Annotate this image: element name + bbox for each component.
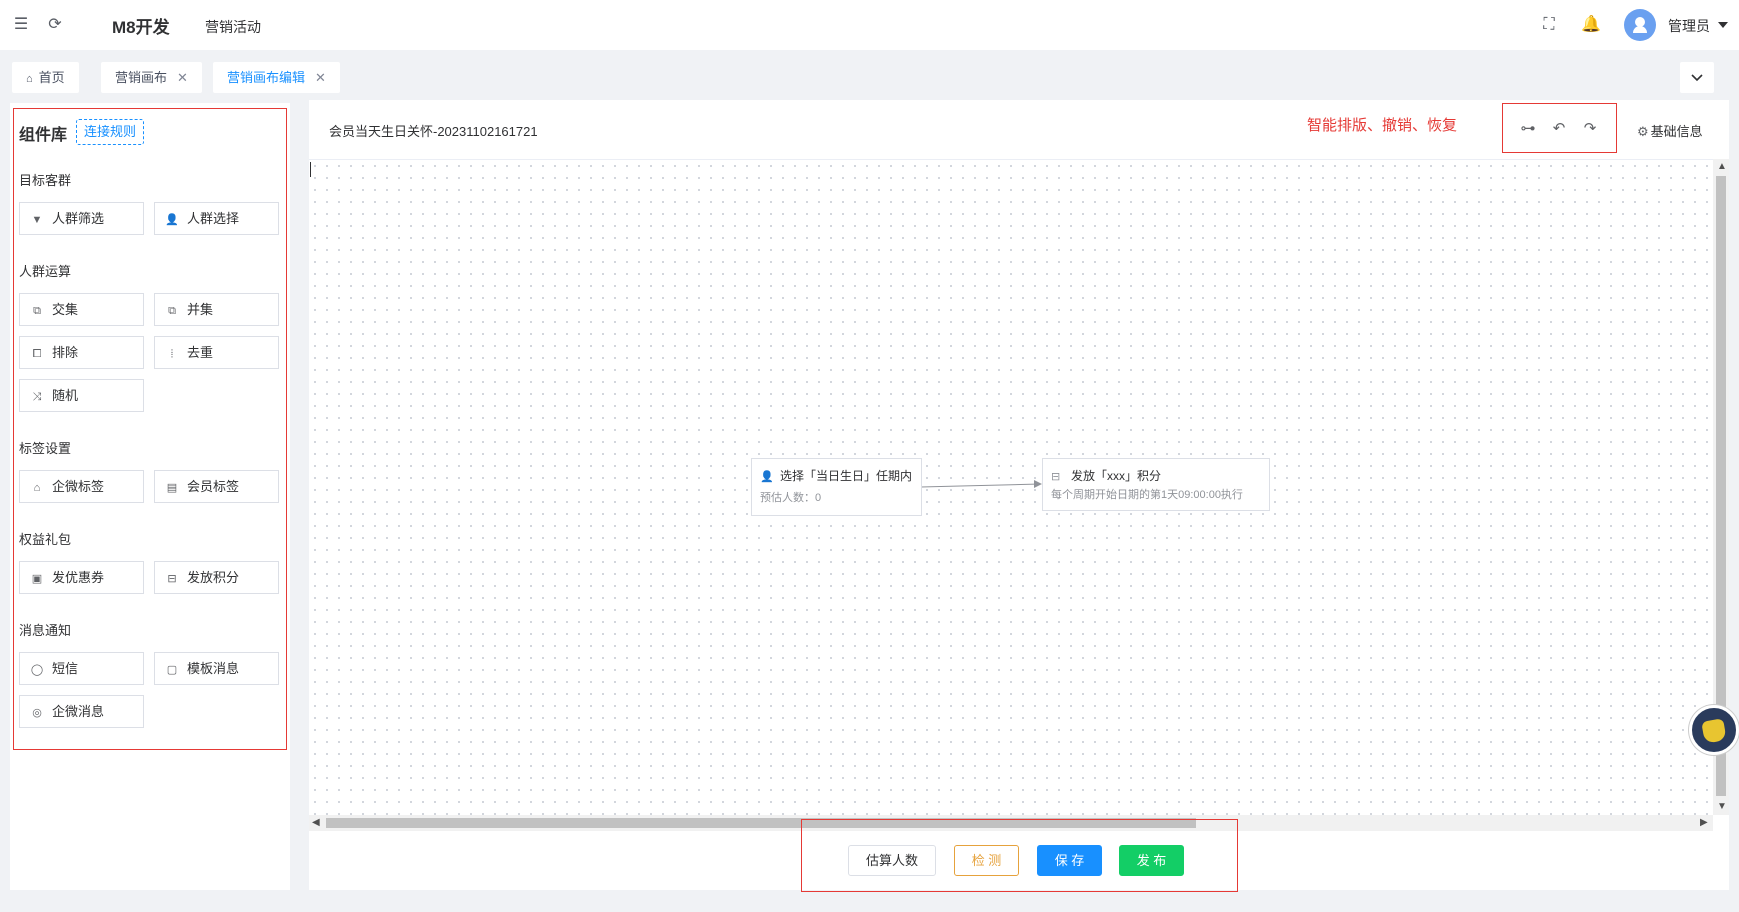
- node-title: 选择「当日生日」任期内: [780, 469, 913, 483]
- flow-node-crowd-select[interactable]: 👤 选择「当日生日」任期内 预估人数：0: [751, 458, 922, 516]
- assistant-avatar-icon[interactable]: [1689, 705, 1739, 755]
- connector-layer: [920, 480, 1042, 488]
- arrow-head-icon: [1034, 480, 1042, 488]
- node-subtitle: 每个周期开始日期的第1天09:00:00执行: [1051, 489, 1243, 501]
- scroll-down-icon[interactable]: ▼: [1717, 802, 1727, 812]
- scroll-left-icon[interactable]: ◀: [312, 818, 320, 828]
- vertical-scroll-thumb[interactable]: [1716, 176, 1726, 796]
- scroll-right-icon[interactable]: ▶: [1700, 818, 1708, 828]
- flow-connector[interactable]: [920, 483, 1041, 488]
- points-icon: ⊟: [1051, 471, 1061, 483]
- user-icon: 👤: [760, 471, 774, 483]
- node-subtitle: 预估人数：0: [760, 492, 822, 504]
- flow-node-send-points[interactable]: ⊟ 发放「xxx」积分 每个周期开始日期的第1天09:00:00执行: [1042, 458, 1270, 511]
- scroll-up-icon[interactable]: ▲: [1717, 162, 1727, 172]
- node-title-row: 👤 选择「当日生日」任期内: [760, 467, 912, 484]
- publish-button[interactable]: 发 布: [1119, 845, 1184, 876]
- node-title-row: ⊟ 发放「xxx」积分: [1051, 467, 1161, 484]
- check-button[interactable]: 检 测: [954, 845, 1019, 876]
- save-button[interactable]: 保 存: [1037, 845, 1102, 876]
- estimate-button[interactable]: 估算人数: [848, 845, 936, 876]
- node-title: 发放「xxx」积分: [1071, 469, 1162, 483]
